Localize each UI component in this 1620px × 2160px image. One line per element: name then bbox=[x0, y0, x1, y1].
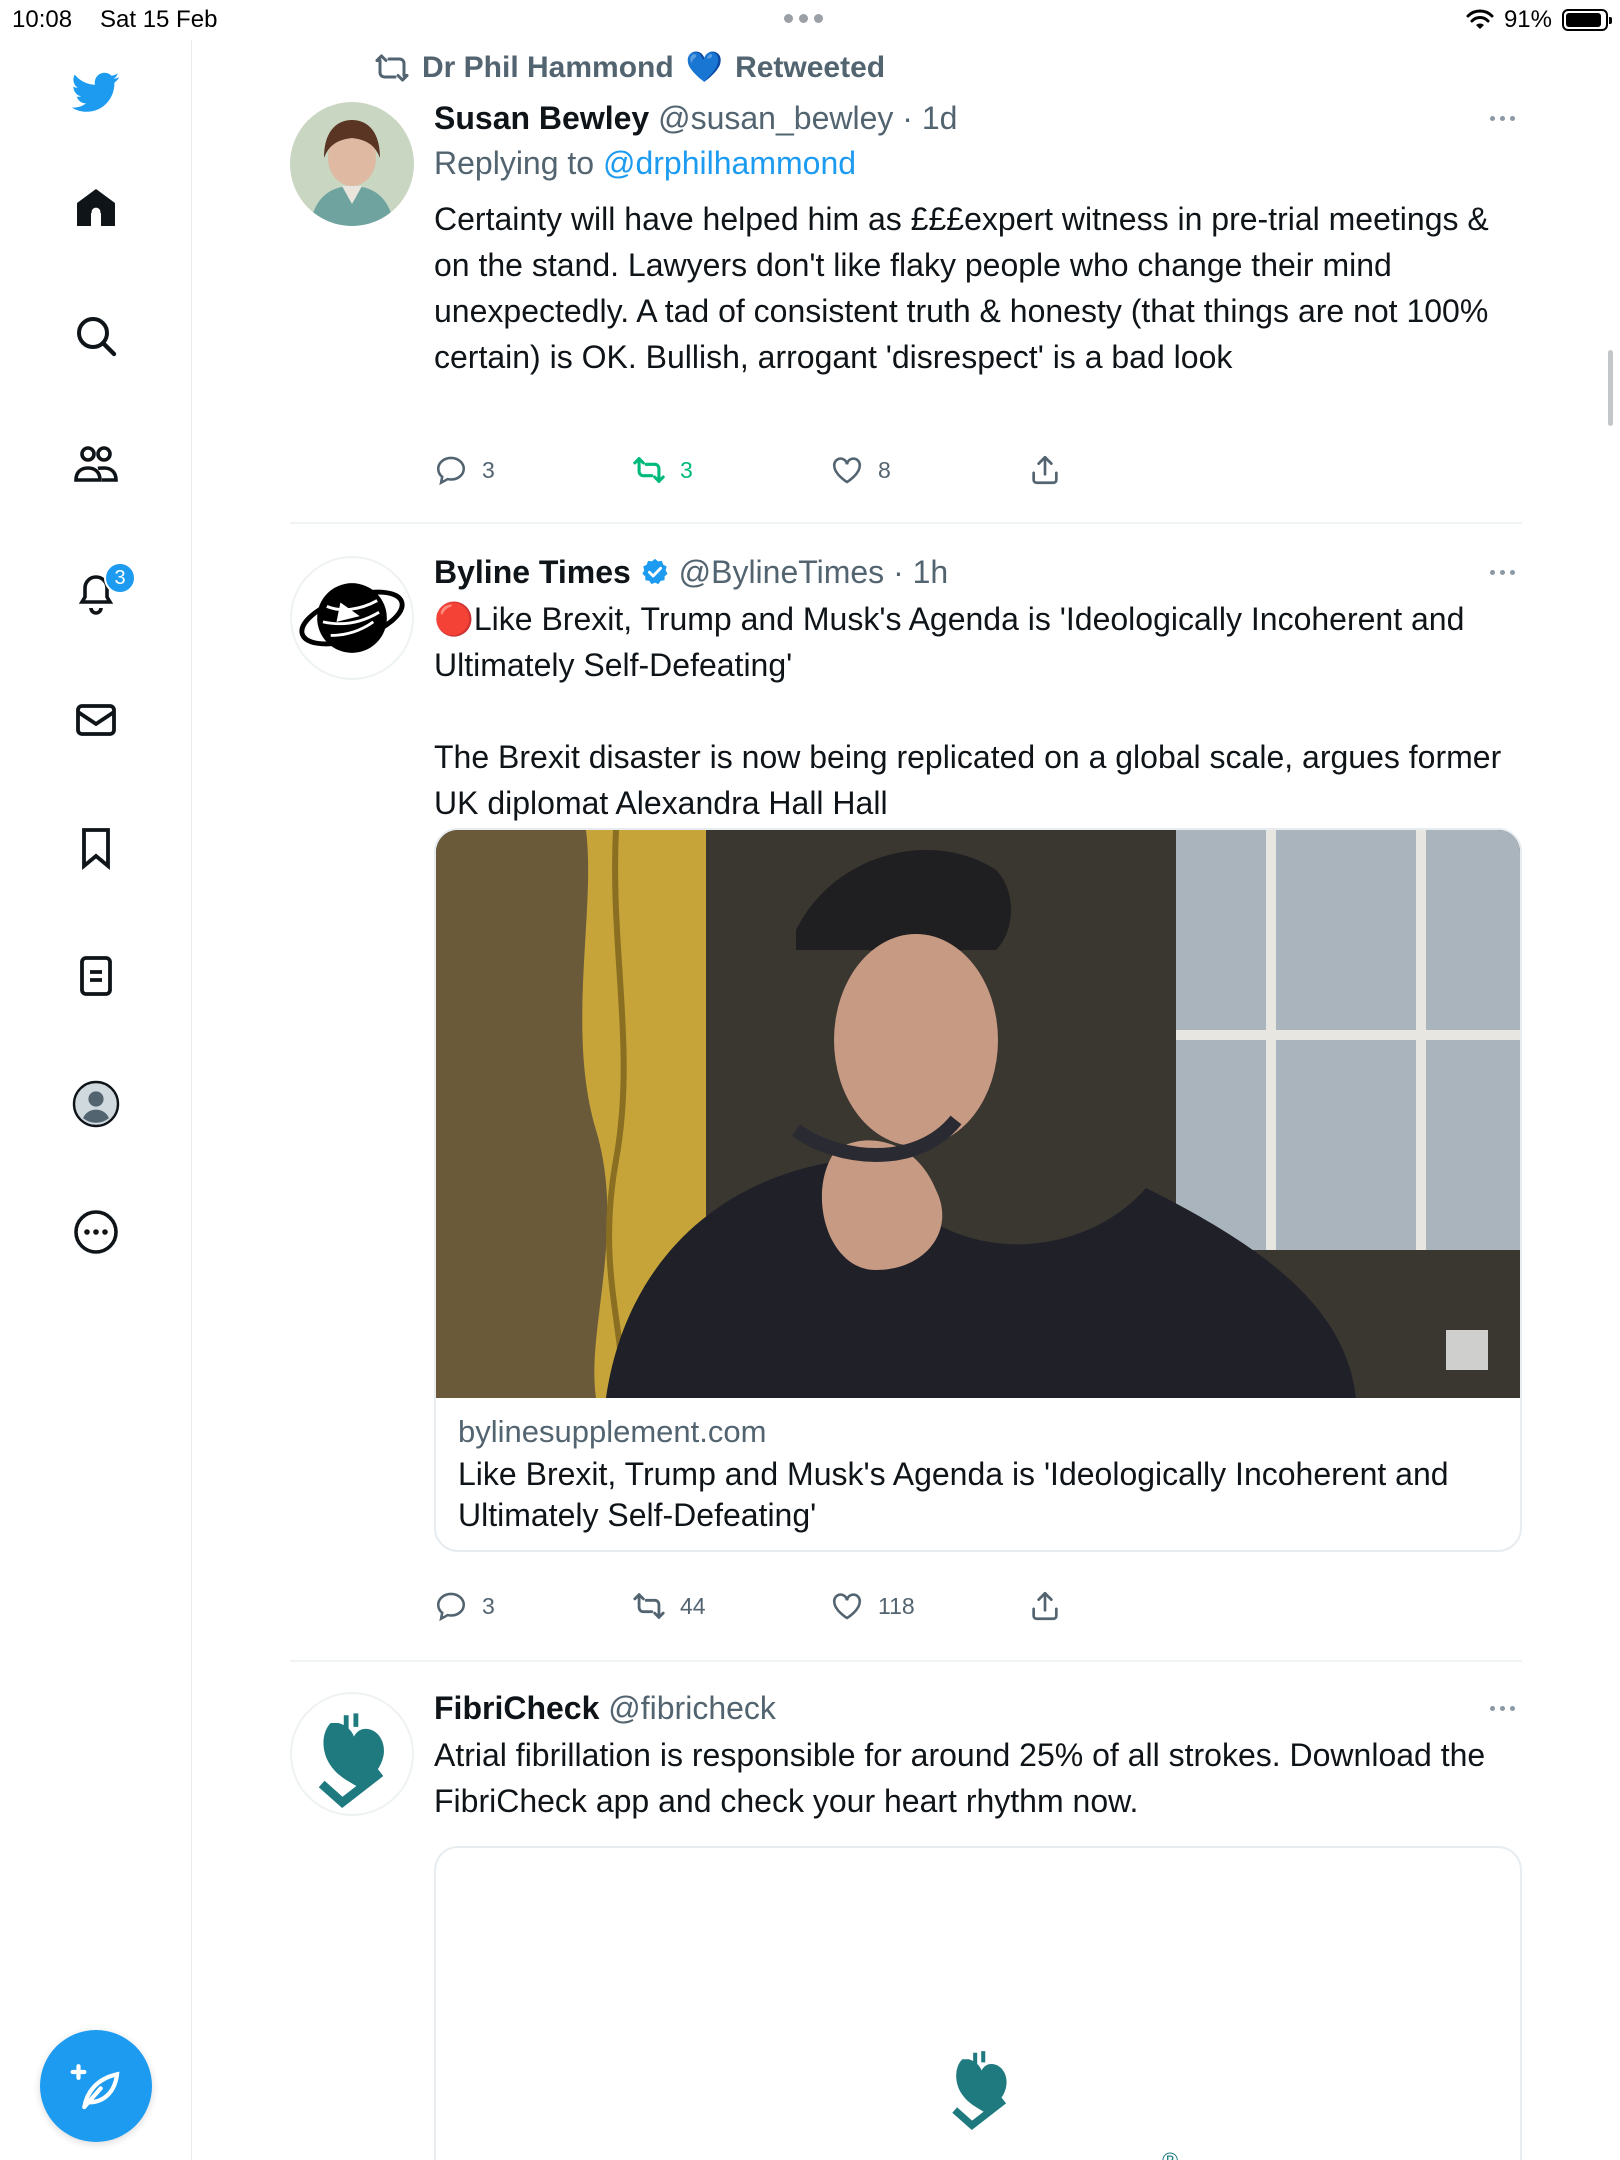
reply-button[interactable]: 3 bbox=[434, 1586, 495, 1626]
avatar[interactable] bbox=[290, 102, 414, 226]
tweet-actions: 3 44 118 bbox=[434, 1586, 1134, 1626]
tweet[interactable]: Dr Phil Hammond 💙 Retweeted Susan Bewley… bbox=[290, 40, 1522, 524]
wifi-icon bbox=[1466, 9, 1494, 29]
tweet-header: Susan Bewley @susan_bewley · 1d bbox=[434, 98, 1522, 138]
lists-icon[interactable] bbox=[66, 946, 126, 1006]
battery-percent: 91% bbox=[1503, 6, 1552, 33]
reply-icon bbox=[436, 1592, 466, 1622]
share-icon bbox=[1032, 1591, 1058, 1621]
user-handle[interactable]: @BylineTimes bbox=[679, 554, 885, 590]
link-card-image bbox=[436, 830, 1520, 1398]
retweet-context: Dr Phil Hammond 💙 Retweeted bbox=[374, 50, 885, 85]
replying-to-label: Replying to bbox=[434, 145, 595, 181]
tweet-body: FibriCheck @fibricheck Atrial fibrillati… bbox=[434, 1688, 1522, 1824]
retweet-count: 3 bbox=[680, 456, 693, 483]
retweet-count: 44 bbox=[680, 1592, 706, 1619]
status-date: Sat 15 Feb bbox=[100, 6, 218, 33]
like-button[interactable]: 8 bbox=[830, 450, 891, 490]
tweet[interactable]: FibriCheck @fibricheck Atrial fibrillati… bbox=[290, 1662, 1522, 2160]
replying-to: Replying to @drphilhammond bbox=[434, 138, 1522, 188]
registered-mark: ® bbox=[1162, 2148, 1178, 2160]
replying-to-link[interactable]: @drphilhammond bbox=[603, 145, 856, 181]
reply-icon bbox=[436, 456, 466, 486]
share-icon bbox=[1032, 455, 1058, 485]
verified-badge-icon bbox=[642, 558, 668, 585]
tweet-header: FibriCheck @fibricheck bbox=[434, 1688, 1522, 1728]
tweet[interactable]: Byline Times @BylineTimes · 1h 🔴Like Bre… bbox=[290, 524, 1522, 1662]
communities-icon[interactable] bbox=[66, 434, 126, 494]
compose-feather-icon bbox=[70, 2064, 120, 2110]
search-icon[interactable] bbox=[66, 306, 126, 366]
retweeter-name[interactable]: Dr Phil Hammond bbox=[422, 51, 674, 85]
retweet-icon bbox=[633, 457, 665, 483]
status-bar: 10:08 Sat 15 Feb 91% bbox=[0, 0, 1620, 40]
blue-heart-emoji: 💙 bbox=[685, 51, 724, 84]
tweet-actions: 3 3 8 bbox=[434, 450, 1134, 490]
tweet-text: Atrial fibrillation is responsible for a… bbox=[434, 1737, 1486, 1819]
bookmark-icon[interactable] bbox=[66, 818, 126, 878]
display-name[interactable]: Byline Times bbox=[434, 554, 631, 590]
more-menu-icon[interactable] bbox=[1482, 1688, 1522, 1728]
notifications-bell-icon[interactable]: 3 bbox=[66, 562, 136, 622]
retweet-icon bbox=[633, 1593, 665, 1619]
user-handle[interactable]: @susan_bewley bbox=[658, 100, 893, 136]
fibricheck-logo-icon bbox=[952, 2051, 1007, 2131]
more-options-icon[interactable] bbox=[66, 1202, 126, 1262]
link-card[interactable]: bylinesupplement.com Like Brexit, Trump … bbox=[434, 828, 1522, 1552]
like-count: 8 bbox=[878, 456, 891, 483]
more-menu-icon[interactable] bbox=[1482, 552, 1522, 592]
tweet-time[interactable]: · 1h bbox=[893, 554, 948, 590]
home-icon[interactable] bbox=[66, 178, 126, 238]
display-name[interactable]: Susan Bewley bbox=[434, 100, 649, 136]
bird-logo-icon[interactable] bbox=[66, 62, 126, 122]
reply-count: 3 bbox=[482, 456, 495, 483]
retweet-button[interactable]: 44 bbox=[632, 1586, 706, 1626]
multitasking-dots-icon[interactable] bbox=[784, 14, 823, 23]
link-card-title: Like Brexit, Trump and Musk's Agenda is … bbox=[458, 1456, 1449, 1533]
status-indicators: 91% bbox=[1466, 6, 1612, 34]
avatar[interactable] bbox=[290, 556, 414, 680]
retweeted-label: Retweeted bbox=[735, 50, 886, 84]
tweet-body: Byline Times @BylineTimes · 1h 🔴Like Bre… bbox=[434, 552, 1522, 826]
profile-icon[interactable] bbox=[66, 1074, 126, 1134]
tweet-time[interactable]: · 1d bbox=[902, 100, 957, 136]
display-name[interactable]: FibriCheck bbox=[434, 1690, 599, 1726]
status-time: 10:08 bbox=[12, 6, 73, 33]
share-button[interactable] bbox=[1028, 1586, 1062, 1626]
share-button[interactable] bbox=[1028, 450, 1062, 490]
scrollbar[interactable] bbox=[1608, 350, 1613, 426]
link-card-text: bylinesupplement.com Like Brexit, Trump … bbox=[458, 1414, 1498, 1536]
retweet-icon bbox=[375, 54, 409, 81]
compose-tweet-button[interactable] bbox=[40, 2030, 152, 2142]
sidebar: 3 bbox=[0, 40, 192, 2160]
tweet-text: Certainty will have helped him as £££exp… bbox=[434, 201, 1489, 375]
link-card-domain: bylinesupplement.com bbox=[458, 1414, 767, 1449]
reply-count: 3 bbox=[482, 1592, 495, 1619]
user-handle[interactable]: @fibricheck bbox=[608, 1690, 776, 1726]
notifications-badge: 3 bbox=[104, 562, 136, 594]
avatar[interactable] bbox=[290, 1692, 414, 1816]
heart-icon bbox=[832, 457, 862, 484]
more-menu-icon[interactable] bbox=[1482, 98, 1522, 138]
battery-icon bbox=[1562, 9, 1612, 31]
retweet-button[interactable]: 3 bbox=[632, 450, 693, 490]
like-button[interactable]: 118 bbox=[830, 1586, 915, 1626]
tweet-body: Susan Bewley @susan_bewley · 1d Replying… bbox=[434, 98, 1522, 380]
tweet-header: Byline Times @BylineTimes · 1h bbox=[434, 552, 1522, 592]
tweet-text-paragraph: The Brexit disaster is now being replica… bbox=[434, 739, 1502, 821]
heart-icon bbox=[832, 1593, 862, 1620]
like-count: 118 bbox=[878, 1592, 915, 1619]
messages-icon[interactable] bbox=[66, 690, 126, 750]
promoted-media-card[interactable]: ® bbox=[434, 1846, 1522, 2160]
reply-button[interactable]: 3 bbox=[434, 450, 495, 490]
tweet-text: 🔴Like Brexit, Trump and Musk's Agenda is… bbox=[434, 601, 1465, 683]
timeline-feed: Dr Phil Hammond 💙 Retweeted Susan Bewley… bbox=[290, 40, 1522, 2160]
